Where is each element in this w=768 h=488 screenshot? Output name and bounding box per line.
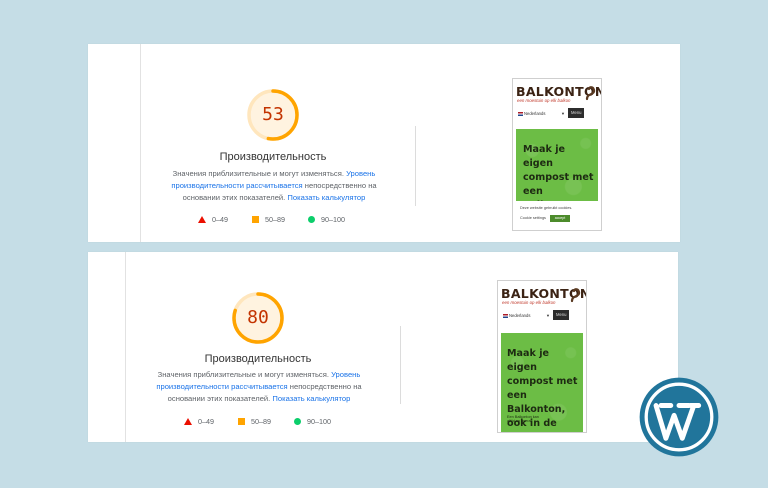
performance-score: 53: [262, 104, 284, 125]
triangle-fail-icon: [198, 216, 206, 223]
hero-banner: Maak je eigen compost met een Balkonton,…: [501, 333, 583, 432]
circle-pass-icon: [294, 418, 301, 425]
site-tagline: een moestuin op elk balkon: [517, 98, 571, 103]
performance-title: Производительность: [219, 151, 327, 163]
page-screenshot-thumbnail: BALKONTON een moestuin op elk balkon Ned…: [497, 280, 587, 433]
legend-fail: 0–49: [198, 417, 214, 426]
score-legend: 0–49 50–89 90–100: [198, 214, 358, 226]
description-text: Значения приблизительные и могут изменят…: [157, 370, 329, 379]
hero-banner: Maak je eigen compost met een Balkonton,…: [516, 129, 598, 201]
page-screenshot-thumbnail: BALKONTON een moestuin op elk balkon Ned…: [512, 78, 602, 231]
card-left-border: [125, 252, 126, 442]
menu-button: Menu: [568, 108, 585, 118]
performance-score: 80: [247, 307, 269, 328]
legend-pass: 90–100: [307, 417, 331, 426]
circle-pass-icon: [308, 216, 315, 223]
menu-button: Menu: [553, 310, 570, 320]
card-left-border: [140, 44, 141, 242]
legend-pass: 90–100: [321, 215, 345, 224]
language-selector: Nederlands: [524, 111, 546, 116]
site-tagline: een moestuin op elk balkon: [502, 300, 556, 305]
performance-description: Значения приблизительные и могут изменят…: [146, 369, 372, 405]
chevron-down-icon: ▼: [561, 111, 565, 116]
report-card-1: 53 Производительность Значения приблизит…: [88, 44, 680, 242]
hero-text: Maak je eigen compost met een Balkonton,…: [523, 144, 594, 201]
performance-title: Производительность: [204, 353, 312, 365]
cookie-text: Deze website gebruikt cookies.: [520, 206, 573, 210]
square-average-icon: [238, 418, 245, 425]
divider: [400, 326, 401, 404]
footer-text: Een Balkonton kan altijd en overal: [507, 415, 539, 423]
score-legend: 0–49 50–89 90–100: [184, 416, 344, 428]
show-calculator-link[interactable]: Показать калькулятор: [272, 394, 350, 403]
flag-nl-icon: [503, 314, 508, 318]
legend-average: 50–89: [251, 417, 271, 426]
worm-icon: [585, 86, 596, 101]
legend-fail: 0–49: [212, 215, 228, 224]
flag-nl-icon: [518, 112, 523, 116]
worm-icon: [570, 288, 581, 303]
chevron-down-icon: ▼: [546, 313, 550, 318]
performance-gauge: 53: [246, 88, 300, 142]
legend-average: 50–89: [265, 215, 285, 224]
wordpress-logo-icon: [639, 377, 719, 457]
performance-gauge: 80: [231, 291, 285, 345]
description-text: Значения приблизительные и могут изменят…: [172, 169, 344, 178]
show-calculator-link[interactable]: Показать калькулятор: [287, 193, 365, 202]
cookie-settings: Cookie settings: [520, 216, 546, 220]
square-average-icon: [252, 216, 259, 223]
triangle-fail-icon: [184, 418, 192, 425]
divider: [415, 126, 416, 206]
performance-description: Значения приблизительные и могут изменят…: [161, 168, 387, 204]
report-card-2: 80 Производительность Значения приблизит…: [88, 252, 678, 442]
language-selector: Nederlands: [509, 313, 531, 318]
cookie-accept-button: accept: [550, 215, 570, 222]
